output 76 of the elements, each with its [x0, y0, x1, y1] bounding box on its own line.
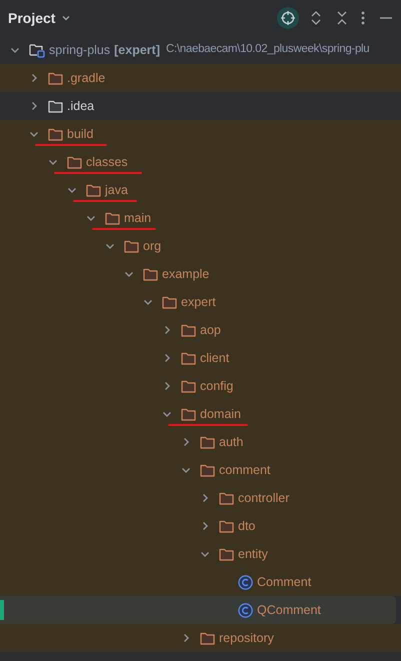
tree-row[interactable]: auth	[0, 428, 401, 456]
chevron-down-icon[interactable]	[29, 129, 39, 139]
chevron-right-icon[interactable]	[162, 325, 172, 335]
folder-name: org	[143, 238, 162, 255]
panel-title[interactable]: Project	[8, 8, 56, 28]
tree-row[interactable]: org	[0, 232, 401, 260]
chevron-down-icon[interactable]	[200, 549, 210, 559]
folder-name: aop	[200, 322, 221, 339]
chevron-down-icon[interactable]	[181, 465, 191, 475]
chevron-right-icon[interactable]	[181, 633, 191, 643]
chevron-down-icon[interactable]	[105, 241, 115, 251]
folder-name: config	[200, 378, 234, 395]
locate-button[interactable]	[277, 7, 299, 29]
folder-name: java	[105, 182, 128, 199]
chevron-right-icon[interactable]	[200, 521, 210, 531]
chevron-right-icon[interactable]	[29, 101, 39, 111]
chevron-right-icon[interactable]	[29, 73, 39, 83]
folder-name: client	[200, 350, 230, 367]
chevron-down-icon[interactable]	[86, 213, 96, 223]
project-name: spring-plus	[49, 42, 110, 59]
folder-name: auth	[219, 434, 244, 451]
class-icon	[238, 602, 253, 618]
tree-row[interactable]: dto	[0, 512, 401, 540]
tree-row[interactable]: QComment	[0, 596, 396, 624]
tree-row[interactable]: entity	[0, 540, 401, 568]
class-name: QComment	[257, 602, 321, 619]
project-folder-icon	[29, 42, 45, 58]
chevron-down-icon[interactable]	[61, 13, 72, 23]
expand-all-icon[interactable]	[309, 10, 323, 26]
chevron-down-icon[interactable]	[67, 185, 77, 195]
folder-name: dto	[238, 518, 256, 535]
folder-name: repository	[219, 630, 274, 647]
folder-name: main	[124, 210, 152, 227]
folder-name: comment	[219, 462, 270, 479]
folder-name: build	[67, 126, 94, 143]
crosshair-icon	[280, 10, 296, 26]
tree-row[interactable]: comment	[0, 456, 401, 484]
project-path: C:\naebaecam\10.02_plusweek\spring-plu	[166, 42, 370, 58]
folder-name: controller	[238, 490, 290, 507]
collapse-all-icon[interactable]	[335, 10, 349, 26]
tree-row[interactable]: expert	[0, 288, 401, 316]
folder-name: expert	[181, 294, 216, 311]
class-name: Comment	[257, 574, 312, 591]
chevron-right-icon[interactable]	[162, 381, 172, 391]
tree-row[interactable]: config	[0, 372, 401, 400]
folder-name: domain	[200, 406, 241, 423]
chevron-down-icon[interactable]	[143, 297, 153, 307]
chevron-right-icon[interactable]	[181, 437, 191, 447]
tree-row[interactable]: client	[0, 344, 401, 372]
folder-name: .gradle	[67, 70, 106, 87]
tree-row[interactable]: controller	[0, 484, 401, 512]
minimize-icon[interactable]	[379, 16, 393, 20]
tree-row[interactable]: .gradle	[0, 64, 401, 92]
tree-row[interactable]: example	[0, 260, 401, 288]
tree-row[interactable]: Comment	[0, 568, 401, 596]
chevron-right-icon[interactable]	[162, 353, 172, 363]
class-icon	[238, 574, 253, 590]
chevron-right-icon[interactable]	[200, 493, 210, 503]
tree-row[interactable]: domain	[0, 400, 401, 428]
chevron-down-icon[interactable]	[10, 45, 20, 55]
chevron-down-icon[interactable]	[162, 409, 172, 419]
tree-row[interactable]: repository	[0, 624, 401, 652]
folder-name: classes	[86, 154, 128, 171]
tree-row[interactable]: build	[0, 120, 401, 148]
folder-name: example	[162, 266, 210, 283]
tree-row[interactable]: aop	[0, 316, 401, 344]
tree-row[interactable]: java	[0, 176, 401, 204]
folder-name: entity	[238, 546, 268, 563]
chevron-down-icon[interactable]	[48, 157, 58, 167]
chevron-down-icon[interactable]	[124, 269, 134, 279]
selection-marker	[0, 600, 4, 620]
folder-name: .idea	[67, 98, 94, 115]
more-options-icon[interactable]	[361, 10, 365, 26]
tree-row[interactable]: classes	[0, 148, 401, 176]
module-name: [expert]	[114, 42, 160, 59]
tree-row[interactable]: main	[0, 204, 401, 232]
